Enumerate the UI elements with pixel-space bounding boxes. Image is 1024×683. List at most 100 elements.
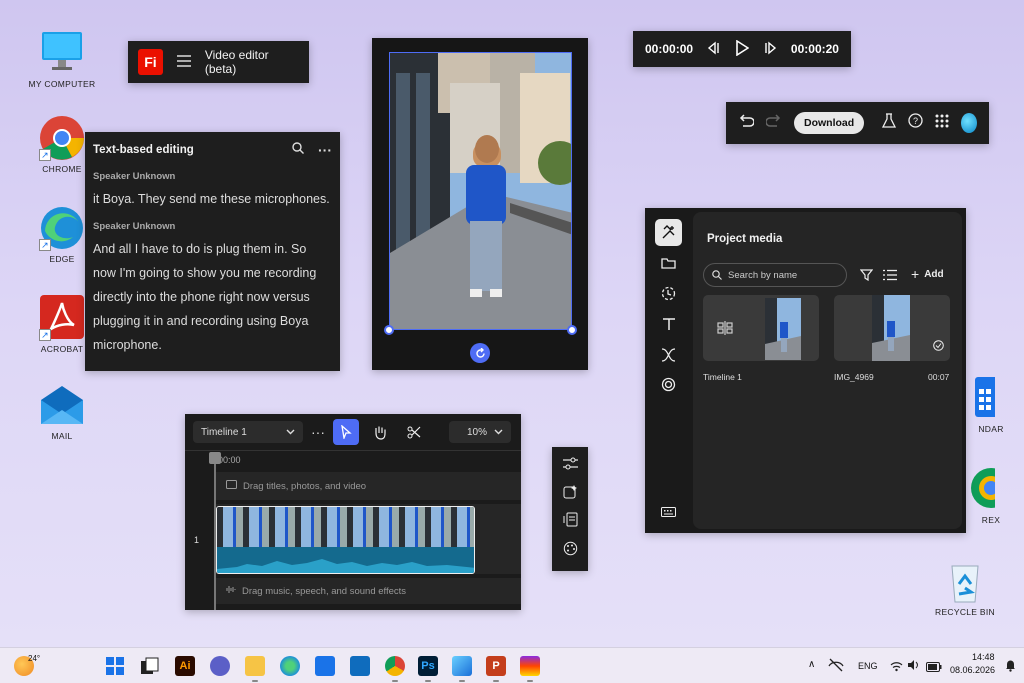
image-icon	[226, 480, 237, 492]
rotate-button[interactable]	[470, 343, 490, 363]
desktop-icon-label: RECYCLE BIN	[935, 607, 995, 617]
powerpoint-icon[interactable]: P	[486, 656, 506, 682]
crop-handle[interactable]	[384, 325, 394, 335]
timeline-select[interactable]: Timeline 1	[193, 421, 303, 443]
timeline-ruler[interactable]: 00:00	[185, 450, 521, 472]
playback-controls: 00:00:00 00:00:20	[633, 31, 851, 67]
media-tile-img-4969[interactable]	[834, 295, 950, 361]
media-search-input[interactable]: Search by name	[703, 263, 847, 287]
desktop-icon-mail[interactable]: MAIL	[22, 382, 102, 441]
video-frame[interactable]	[389, 52, 572, 330]
playhead-handle[interactable]	[209, 452, 221, 464]
more-options-icon[interactable]: ···	[318, 143, 332, 157]
search-icon	[712, 270, 722, 280]
scissors-icon	[407, 426, 421, 439]
ruler-start-label: 00:00	[218, 455, 241, 465]
total-time: 00:00:20	[790, 42, 839, 56]
step-forward-icon[interactable]	[762, 41, 778, 58]
store-icon[interactable]	[315, 656, 335, 676]
chevron-down-icon	[286, 427, 295, 438]
photoshop-icon[interactable]: Ps	[418, 656, 438, 682]
hand-tool-button[interactable]	[367, 419, 393, 445]
list-view-icon[interactable]	[883, 268, 897, 286]
chrome-taskbar-icon[interactable]	[385, 656, 405, 682]
rail-text-button[interactable]	[655, 310, 682, 337]
rail-folder-button[interactable]	[655, 249, 682, 276]
video-clip[interactable]	[216, 506, 475, 574]
audio-track[interactable]: Drag music, speech, and sound effects	[216, 578, 521, 604]
photos-icon[interactable]	[452, 656, 472, 682]
acrobat-icon: ↗	[39, 295, 85, 341]
adjust-icon[interactable]	[562, 457, 578, 475]
split-tool-button[interactable]	[401, 419, 427, 445]
help-icon[interactable]: ?	[908, 113, 923, 133]
desktop-icon-my-computer[interactable]: MY COMPUTER	[22, 30, 102, 89]
media-name: IMG_4969	[834, 372, 874, 382]
thumbnail-image	[872, 295, 910, 361]
notification-bell-icon[interactable]	[1005, 659, 1016, 677]
clock-date[interactable]: 08.06.2026	[950, 665, 995, 675]
recycle-bin-icon	[942, 558, 988, 604]
wifi-icon[interactable]	[890, 659, 903, 677]
media-browser: Project media Search by name + Add Timeli…	[693, 212, 962, 529]
start-button[interactable]	[105, 656, 125, 676]
audio-track-hint: Drag music, speech, and sound effects	[242, 585, 407, 597]
desktop-icon-recycle-bin[interactable]: RECYCLE BIN	[925, 558, 1005, 617]
avatar[interactable]	[961, 113, 977, 133]
title-track[interactable]: Drag titles, photos, and video	[216, 472, 521, 500]
download-button[interactable]: Download	[794, 112, 865, 134]
flask-icon[interactable]	[882, 113, 897, 133]
magic-edit-icon[interactable]	[563, 484, 578, 504]
illustrator-icon[interactable]: Ai	[175, 656, 195, 676]
rail-keyboard-button[interactable]	[655, 498, 682, 525]
current-time: 00:00:00	[645, 42, 694, 56]
transcript-text[interactable]: it Boya. They send me these microphones.	[93, 187, 332, 211]
video-track[interactable]	[216, 504, 521, 574]
task-view-icon[interactable]	[140, 656, 160, 676]
step-back-icon[interactable]	[706, 41, 722, 58]
monitor-icon	[39, 30, 85, 76]
search-icon[interactable]	[292, 142, 304, 157]
effects-icon	[661, 286, 676, 301]
search-placeholder: Search by name	[728, 269, 798, 281]
zoom-select[interactable]: 10%	[449, 421, 511, 443]
file-explorer-icon[interactable]	[245, 656, 265, 682]
rail-effects-button[interactable]	[655, 280, 682, 307]
rail-media-button[interactable]	[655, 219, 682, 246]
volume-icon[interactable]	[907, 658, 921, 676]
undo-icon[interactable]	[738, 113, 755, 133]
chevron-up-icon[interactable]: ∧	[808, 659, 815, 670]
more-options-icon[interactable]: ···	[311, 425, 325, 439]
network-off-icon[interactable]	[828, 658, 844, 677]
palette-icon[interactable]	[563, 541, 578, 561]
media-add-icon	[662, 225, 675, 239]
media-tile-timeline[interactable]	[703, 295, 819, 361]
apps-grid-icon[interactable]	[935, 114, 949, 133]
edge-taskbar-icon[interactable]	[280, 656, 300, 676]
play-icon[interactable]	[735, 39, 750, 59]
crop-handle[interactable]	[567, 325, 577, 335]
hamburger-icon[interactable]	[176, 54, 191, 70]
select-tool-button[interactable]	[333, 419, 359, 445]
language-indicator[interactable]: ENG	[858, 661, 878, 671]
teams-icon[interactable]	[210, 656, 230, 676]
media-title: Project media	[707, 233, 783, 245]
battery-icon[interactable]	[926, 659, 942, 677]
speaker-label: Speaker Unknown	[93, 171, 176, 182]
video-still-image	[390, 53, 571, 329]
speaker-label: Speaker Unknown	[93, 221, 176, 232]
clock-time[interactable]: 14:48	[972, 652, 995, 662]
captions-icon[interactable]	[563, 512, 578, 532]
redo-icon[interactable]	[765, 113, 782, 133]
video-preview-panel	[372, 38, 588, 370]
filter-icon[interactable]	[859, 268, 874, 286]
rail-brand-button[interactable]	[655, 371, 682, 398]
transitions-icon	[661, 347, 676, 362]
track-number: 1	[194, 535, 200, 545]
mail-taskbar-icon[interactable]	[350, 656, 370, 676]
rail-transitions-button[interactable]	[655, 341, 682, 368]
winrar-icon[interactable]	[520, 656, 540, 682]
add-media-button[interactable]: + Add	[911, 266, 944, 282]
transcript-text[interactable]: And all I have to do is plug them in. So…	[93, 237, 332, 357]
firefly-logo[interactable]: Fi	[138, 49, 163, 75]
